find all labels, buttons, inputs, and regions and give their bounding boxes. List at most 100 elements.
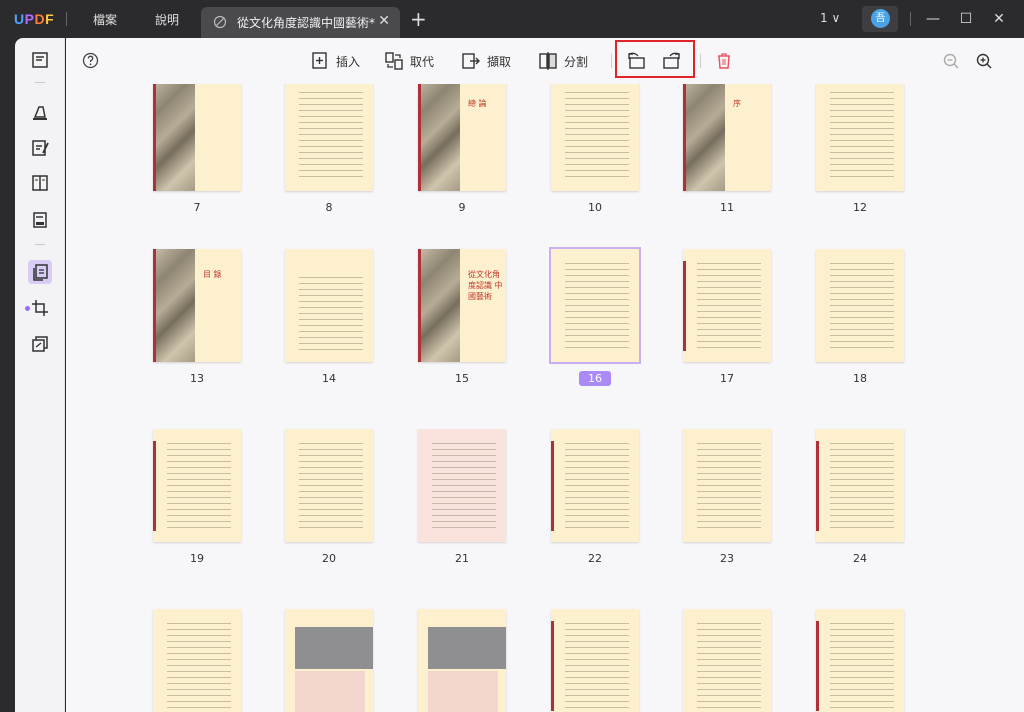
page-number: 21 xyxy=(418,552,506,565)
window-count-dropdown[interactable]: 1 ∨ xyxy=(820,11,840,25)
organize-pages-view: 插入 取代 擷取 分割 7 8 總 論 9 10 序 11 12 目 錄 13 14 從文化角度認識 … xyxy=(66,38,1024,712)
page-thumbnail[interactable] xyxy=(816,429,904,542)
text-lines xyxy=(167,443,231,532)
page-number: 23 xyxy=(683,552,771,565)
extract-button[interactable]: 擷取 xyxy=(461,50,511,72)
insert-button[interactable]: 插入 xyxy=(310,50,360,72)
title-bar: UPDF 檔案 說明 從文化角度認識中國藝術* ✕ + 1 ∨ 吾 — ☐ ✕ xyxy=(0,0,1024,38)
page-thumbnail[interactable] xyxy=(683,249,771,362)
form-button[interactable] xyxy=(28,208,52,232)
menu-file[interactable]: 檔案 xyxy=(93,11,117,28)
page-thumbnail-grid: 7 8 總 論 9 10 序 11 12 目 錄 13 14 從文化角度認識 中國藝術 15 16 17 18… xyxy=(66,84,1008,712)
page-number-text: 11 xyxy=(720,201,734,214)
page-thumbnail[interactable] xyxy=(153,609,241,712)
page-thumbnail[interactable] xyxy=(418,609,506,712)
page-thumbnail[interactable]: 序 xyxy=(683,84,771,191)
page-heading: 總 論 xyxy=(468,99,487,108)
page-number-text: 24 xyxy=(853,552,867,565)
page-thumbnail[interactable] xyxy=(153,84,241,191)
batch-button[interactable] xyxy=(28,332,52,356)
split-label: 分割 xyxy=(564,54,589,69)
page-artwork xyxy=(153,249,195,362)
page-number-text: 19 xyxy=(190,552,204,565)
delete-button[interactable] xyxy=(714,50,734,72)
caption-block xyxy=(295,671,365,712)
organize-toolbar: 插入 取代 擷取 分割 xyxy=(66,38,1008,84)
page-number: 11 xyxy=(683,201,771,214)
edit-pdf-button[interactable] xyxy=(28,136,52,160)
updf-logo[interactable]: UPDF xyxy=(14,11,54,27)
crop-button[interactable] xyxy=(28,296,52,320)
rail-divider xyxy=(35,244,45,245)
text-lines xyxy=(565,443,629,532)
split-document-icon xyxy=(539,52,557,70)
left-tool-rail xyxy=(15,38,65,712)
page-thumbnail[interactable]: 總 論 xyxy=(418,84,506,191)
page-thumbnail[interactable] xyxy=(816,84,904,191)
close-window-button[interactable]: ✕ xyxy=(987,7,1011,31)
document-icon xyxy=(213,15,227,29)
page-thumbnail[interactable] xyxy=(683,429,771,542)
margin-bar xyxy=(683,261,686,351)
page-thumbnail[interactable] xyxy=(418,429,506,542)
page-heading: 序 xyxy=(733,99,741,108)
account-button[interactable]: 吾 xyxy=(862,6,898,32)
tab-close-icon[interactable]: ✕ xyxy=(378,13,390,29)
page-number: 7 xyxy=(153,201,241,214)
page-thumbnail[interactable] xyxy=(816,609,904,712)
page-number: 17 xyxy=(683,372,771,385)
page-thumbnail[interactable] xyxy=(551,609,639,712)
organize-pages-icon xyxy=(33,264,48,281)
page-number: 24 xyxy=(816,552,904,565)
page-thumbnail[interactable] xyxy=(683,609,771,712)
image-block xyxy=(428,627,506,669)
page-thumbnail[interactable]: 目 錄 xyxy=(153,249,241,362)
text-lines xyxy=(299,277,363,352)
page-number-text: 18 xyxy=(853,372,867,385)
page-layout-button[interactable] xyxy=(28,171,52,195)
page-thumbnail[interactable]: 從文化角度認識 中國藝術 xyxy=(418,249,506,362)
text-lines xyxy=(565,263,629,352)
page-number-text: 16 xyxy=(579,371,611,386)
text-lines xyxy=(565,623,629,712)
reader-mode-button[interactable] xyxy=(28,48,52,72)
margin-bar xyxy=(551,621,554,711)
trash-icon xyxy=(718,53,730,69)
page-number: 15 xyxy=(418,372,506,385)
page-number-text: 23 xyxy=(720,552,734,565)
comment-button[interactable] xyxy=(28,100,52,124)
maximize-button[interactable]: ☐ xyxy=(954,7,978,31)
page-thumbnail[interactable] xyxy=(285,609,373,712)
page-number: 9 xyxy=(418,201,506,214)
document-tab[interactable]: 從文化角度認識中國藝術* ✕ xyxy=(201,7,400,38)
page-number-text: 13 xyxy=(190,372,204,385)
page-thumbnail[interactable] xyxy=(285,249,373,362)
add-tab-button[interactable]: + xyxy=(410,7,427,31)
split-button[interactable]: 分割 xyxy=(538,50,588,72)
page-number-text: 12 xyxy=(853,201,867,214)
page-thumbnail[interactable] xyxy=(551,429,639,542)
menu-help[interactable]: 說明 xyxy=(155,11,179,28)
margin-bar xyxy=(816,441,819,531)
scrollbar[interactable] xyxy=(1008,38,1024,712)
zoom-in-icon[interactable] xyxy=(975,52,993,70)
replace-button[interactable]: 取代 xyxy=(384,50,434,72)
rotate-right-button[interactable] xyxy=(662,50,682,72)
text-lines xyxy=(432,443,496,532)
rotate-left-button[interactable] xyxy=(626,50,646,72)
organize-pages-button[interactable] xyxy=(28,260,52,284)
page-thumbnail[interactable] xyxy=(285,429,373,542)
zoom-out-icon[interactable] xyxy=(942,52,960,70)
text-lines xyxy=(830,623,894,712)
page-thumbnail[interactable] xyxy=(549,247,641,364)
help-icon[interactable] xyxy=(82,52,99,69)
page-thumbnail[interactable] xyxy=(816,249,904,362)
page-thumbnail[interactable] xyxy=(285,84,373,191)
margin-bar xyxy=(153,441,156,531)
page-thumbnail[interactable] xyxy=(551,84,639,191)
minimize-button[interactable]: — xyxy=(921,7,945,31)
rotate-counterclockwise-icon xyxy=(628,52,645,69)
edit-text-icon xyxy=(32,140,49,156)
page-thumbnail[interactable] xyxy=(153,429,241,542)
page-artwork xyxy=(418,249,460,362)
